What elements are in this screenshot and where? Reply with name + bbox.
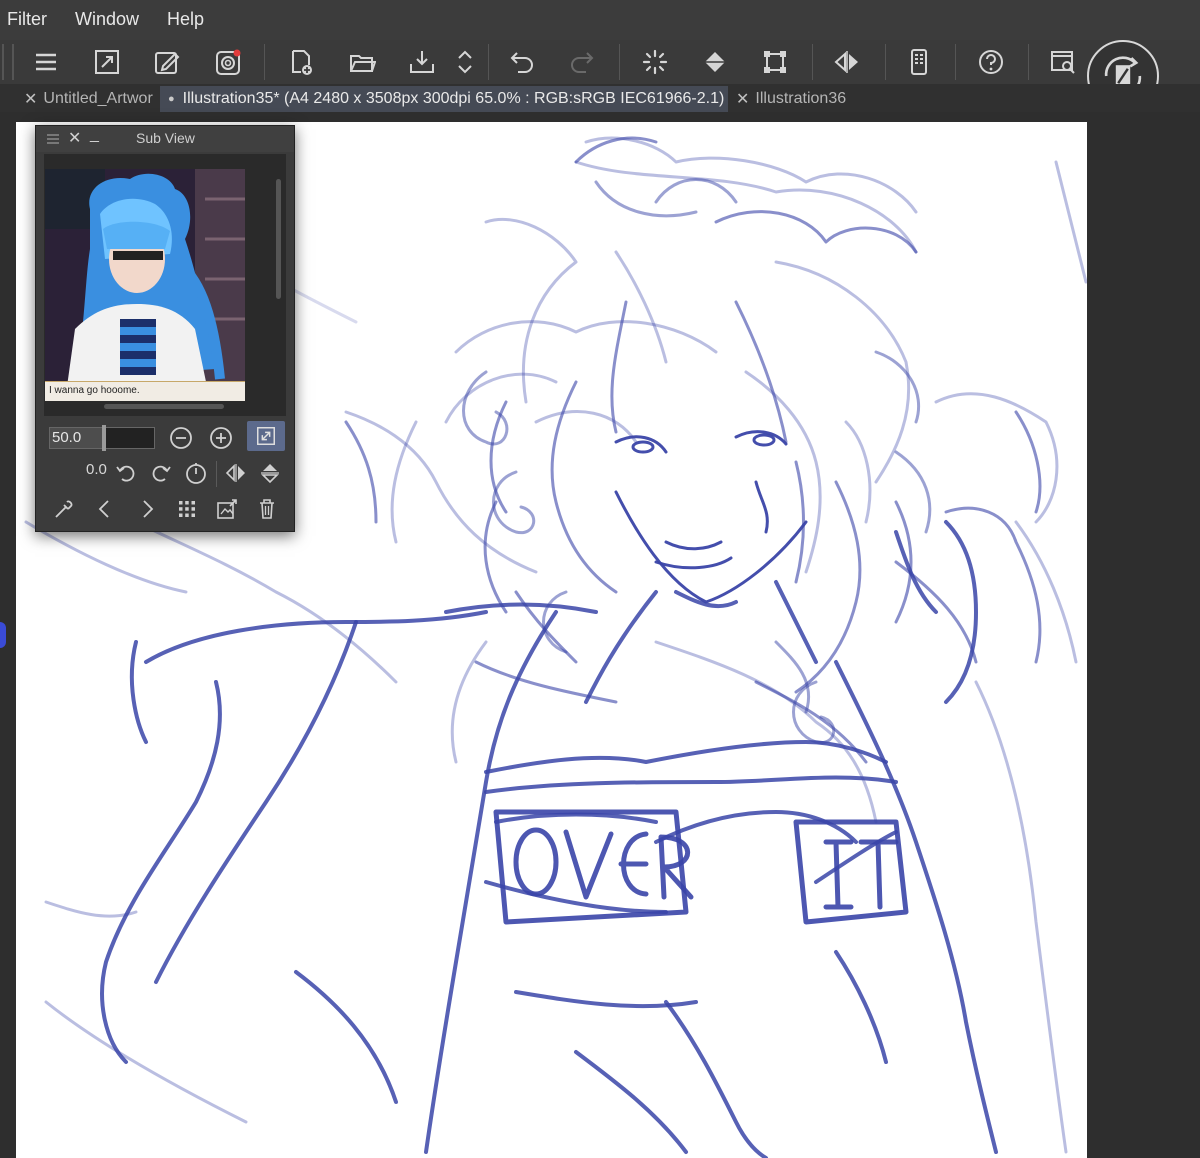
modified-dot-icon: ● [168, 93, 175, 105]
record-icon[interactable] [210, 44, 246, 80]
canvas-gutter [16, 112, 1087, 122]
flip-vertical-icon[interactable] [256, 459, 284, 487]
caption-text: I wanna go hooome. [49, 385, 140, 396]
fit-view-icon[interactable] [247, 421, 285, 451]
tab-label: Illustration35* (A4 2480 x 3508px 300dpi… [182, 90, 725, 107]
scroll-handle[interactable] [0, 622, 6, 648]
zoom-slider[interactable]: 50.0 [49, 425, 155, 451]
edit-icon[interactable] [149, 44, 185, 80]
right-panel-area [1087, 112, 1200, 1158]
sub-view-controls: 50.0 0.0 [36, 421, 294, 531]
sub-view-titlebar[interactable]: ✕ _ Sub View [36, 126, 294, 152]
close-icon[interactable]: ✕ [24, 89, 37, 109]
transform-icon[interactable] [757, 44, 793, 80]
close-icon[interactable]: ✕ [736, 89, 749, 109]
menu-window[interactable]: Window [75, 9, 139, 30]
rotate-right-icon[interactable] [147, 459, 175, 487]
zoom-slider-knob[interactable] [102, 425, 106, 451]
toolbar-grip[interactable] [2, 44, 14, 80]
open-folder-icon[interactable] [344, 44, 380, 80]
menu-icon[interactable] [28, 44, 64, 80]
tab-untitled[interactable]: ✕ Untitled_Artwor [20, 86, 156, 112]
scrollbar[interactable] [276, 179, 281, 299]
redo-icon[interactable] [564, 44, 600, 80]
new-file-icon[interactable] [283, 44, 319, 80]
menu-help[interactable]: Help [167, 9, 204, 30]
grid-view-icon[interactable] [173, 495, 201, 523]
left-dock-strip [0, 112, 16, 1158]
dialogue-caption: I wanna go hooome. [45, 381, 245, 401]
sub-view-title: Sub View [136, 130, 195, 146]
loading-icon[interactable] [637, 44, 673, 80]
tab-label: Illustration36 [755, 90, 847, 107]
zoom-in-icon[interactable] [207, 424, 235, 452]
rotation-value[interactable]: 0.0 [86, 461, 107, 478]
reference-image: I wanna go hooome. [45, 169, 245, 401]
fill-icon[interactable] [697, 44, 733, 80]
zoom-value[interactable]: 50.0 [52, 429, 81, 446]
minimize-icon[interactable]: _ [90, 126, 99, 144]
undo-icon[interactable] [504, 44, 540, 80]
device-icon[interactable] [901, 44, 937, 80]
zoom-out-icon[interactable] [167, 424, 195, 452]
flip-horizontal-icon[interactable] [222, 459, 250, 487]
tab-illustration36[interactable]: ✕ Illustration36 [732, 86, 872, 112]
horizontal-scrollbar[interactable] [104, 404, 224, 409]
previous-icon[interactable] [91, 495, 119, 523]
screen-icon[interactable] [1045, 44, 1081, 80]
import-image-icon[interactable] [213, 495, 241, 523]
close-icon[interactable]: ✕ [68, 128, 81, 148]
arrow-updown-icon[interactable] [447, 44, 483, 80]
sub-view-image-area[interactable]: I wanna go hooome. [44, 154, 286, 416]
next-icon[interactable] [133, 495, 161, 523]
tab-label: Untitled_Artwor [43, 90, 153, 107]
delete-icon[interactable] [253, 495, 281, 523]
tab-illustration35[interactable]: ● Illustration35* (A4 2480 x 3508px 300dp… [160, 86, 728, 112]
eyedropper-icon[interactable] [50, 495, 78, 523]
help-icon[interactable] [973, 44, 1009, 80]
fit-screen-icon[interactable] [89, 44, 125, 80]
document-tabs: ✕ Untitled_Artwor ● Illustration35* (A4 24… [0, 84, 1200, 112]
reset-rotation-icon[interactable] [182, 459, 210, 487]
main-toolbar [0, 40, 1200, 84]
menu-filter[interactable]: Filter [7, 9, 47, 30]
save-icon[interactable] [404, 44, 440, 80]
sub-view-panel: ✕ _ Sub View I wanna go hooome. 50.0 0.0 [35, 125, 295, 532]
menu-bar: Filter Window Help [0, 0, 1200, 40]
panel-menu-icon[interactable] [46, 132, 60, 144]
rotate-left-icon[interactable] [112, 459, 140, 487]
flip-horizontal-icon[interactable] [829, 44, 865, 80]
